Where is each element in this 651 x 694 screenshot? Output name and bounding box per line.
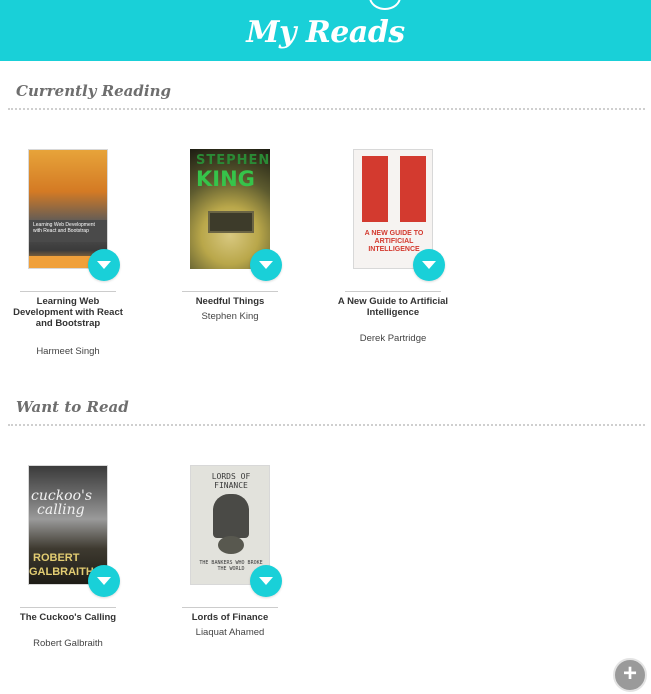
cover-figure: [213, 494, 249, 538]
book-authors: Derek Partridge: [359, 333, 427, 344]
shelf-title: Want to Read: [16, 398, 129, 416]
shelf-changer-button[interactable]: [250, 565, 282, 597]
app-header: My Reads: [0, 0, 651, 61]
book-divider: [20, 607, 116, 608]
book: cuckoo's calling ROBERT GALBRAITH The Cu…: [4, 465, 132, 655]
book-title: A New Guide to Artificial Intelligence: [337, 296, 449, 318]
book-authors: Liaquat Ahamed: [195, 627, 265, 638]
shelf-changer-button[interactable]: [88, 249, 120, 281]
cover-text: ROBERT: [33, 552, 80, 564]
book-cover-wrap: LORDS OF FINANCE THE BANKERS WHO BROKE T…: [166, 465, 294, 601]
shelf-changer-button[interactable]: [413, 249, 445, 281]
cover-text: KING: [196, 167, 255, 191]
book-title: The Cuckoo's Calling: [19, 612, 117, 623]
cover-stripe: [388, 156, 400, 222]
app-title: My Reads: [246, 15, 405, 50]
book-cover-wrap: Learning Web Development with React and …: [4, 149, 132, 285]
cover-text: calling: [37, 502, 85, 518]
shelf-divider: [8, 424, 645, 426]
header-circle-icon: [369, 0, 401, 10]
book-cover-wrap: cuckoo's calling ROBERT GALBRAITH: [4, 465, 132, 601]
shelf-title: Currently Reading: [16, 82, 171, 100]
book-authors: Robert Galbraith: [33, 638, 103, 649]
book: STEPHEN KING Needful Things Stephen King: [166, 149, 294, 359]
cover-globe: [218, 536, 244, 554]
cover-text: STEPHEN: [196, 153, 270, 168]
book-title: Lords of Finance: [191, 612, 269, 623]
bookshelf-currently-reading: Currently Reading Learning Web Developme…: [0, 61, 651, 381]
book-authors: Harmeet Singh: [36, 346, 100, 357]
shelf-divider: [8, 108, 645, 110]
cover-text: Learning Web Development with React and …: [33, 222, 95, 234]
book-authors: Stephen King: [201, 311, 259, 322]
book-title: Needful Things: [195, 296, 265, 307]
shelf-changer-button[interactable]: [88, 565, 120, 597]
cover-box: [208, 211, 254, 233]
cover-text: GALBRAITH: [29, 566, 94, 578]
book: LORDS OF FINANCE THE BANKERS WHO BROKE T…: [166, 465, 294, 655]
book-divider: [182, 607, 278, 608]
book-cover-wrap: STEPHEN KING: [166, 149, 294, 285]
book-divider: [182, 291, 278, 292]
book-divider: [20, 291, 116, 292]
bookshelf-want-to-read: Want to Read cuckoo's calling ROBERT GAL…: [0, 377, 651, 657]
add-book-button[interactable]: +: [613, 658, 647, 692]
book-title: Learning Web Development with React and …: [13, 296, 123, 329]
book-cover-wrap: A NEW GUIDE TO ARTIFICIAL INTELLIGENCE: [329, 149, 457, 285]
book: Learning Web Development with React and …: [4, 149, 132, 359]
book-divider: [345, 291, 441, 292]
shelf-changer-button[interactable]: [250, 249, 282, 281]
cover-text: A NEW GUIDE TO ARTIFICIAL INTELLIGENCE: [364, 230, 424, 253]
cover-text: LORDS OF FINANCE: [211, 472, 251, 490]
book: A NEW GUIDE TO ARTIFICIAL INTELLIGENCE A…: [329, 149, 457, 359]
plus-icon: +: [622, 660, 637, 687]
